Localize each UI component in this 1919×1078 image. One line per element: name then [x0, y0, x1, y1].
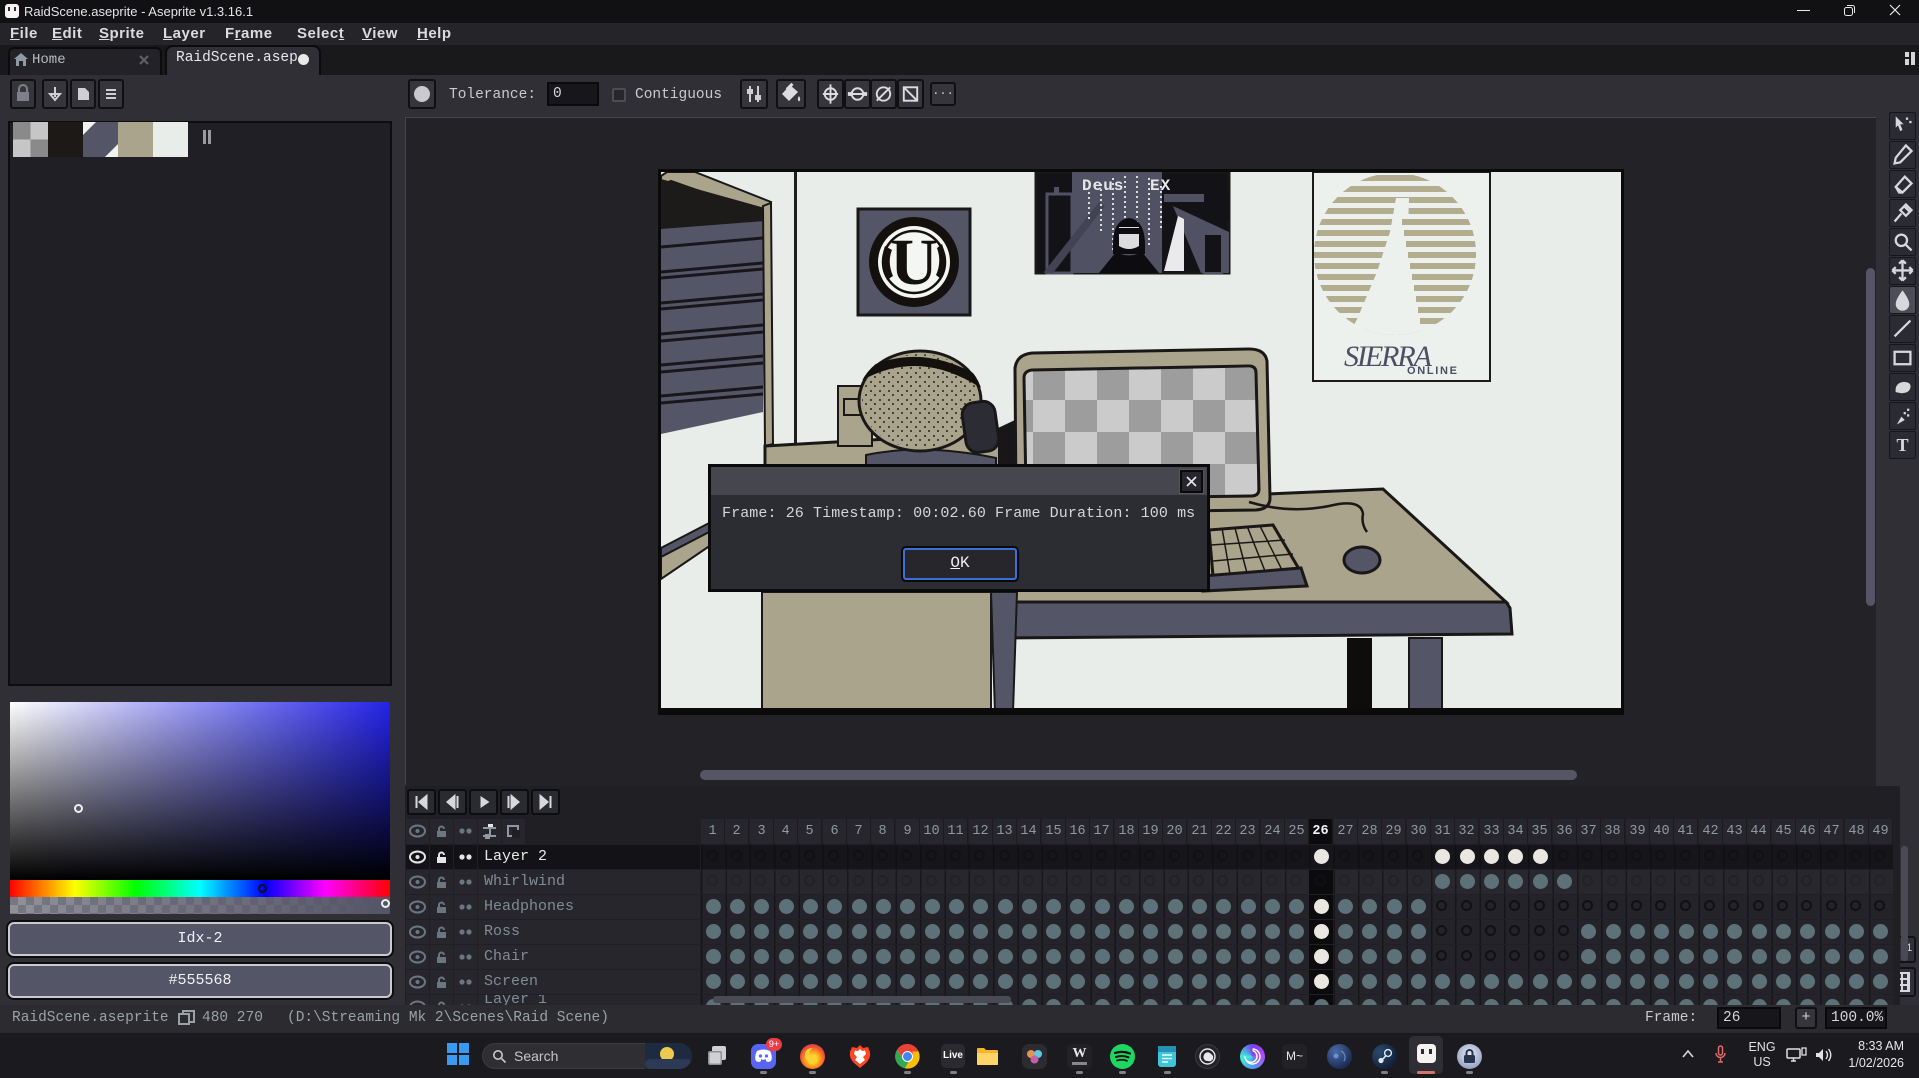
svg-text:EX: EX [1150, 177, 1171, 195]
svg-text:Deus: Deus [1082, 177, 1124, 195]
svg-text:T: T [1896, 435, 1908, 455]
svg-text:U: U [890, 226, 938, 299]
svg-text:ONLINE: ONLINE [1407, 365, 1457, 377]
